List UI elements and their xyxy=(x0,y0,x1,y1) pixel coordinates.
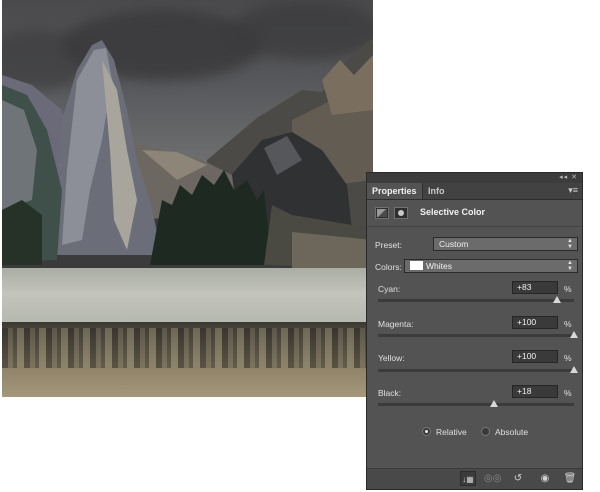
slider-label: Magenta: xyxy=(378,319,414,329)
view-previous-state-icon[interactable]: ◎◎ xyxy=(484,471,501,486)
panel-tabs: Properties Info ▾≡ xyxy=(367,183,582,200)
pebbles xyxy=(2,328,373,368)
relative-radio[interactable] xyxy=(422,427,431,436)
preset-value: Custom xyxy=(439,239,469,249)
cyan-slider-track[interactable] xyxy=(378,296,574,303)
yellow-slider-track[interactable] xyxy=(378,366,578,373)
yellow-value-field[interactable]: +100 xyxy=(512,350,558,363)
properties-panel: ◂◂ ✕ Properties Info ▾≡ Selective Color … xyxy=(366,172,583,490)
dropdown-arrows-icon: ▲ ▼ xyxy=(567,260,573,272)
layer-mask-icon[interactable] xyxy=(394,207,408,219)
panel-menu-icon[interactable]: ▾≡ xyxy=(568,185,578,196)
yellow-slider-thumb[interactable] xyxy=(570,366,578,373)
colors-label: Colors: xyxy=(375,262,402,272)
adjustment-header: Selective Color xyxy=(367,201,582,227)
slider-label: Black: xyxy=(378,388,402,398)
percent-sign: % xyxy=(564,319,572,329)
absolute-label: Absolute xyxy=(495,427,529,437)
percent-sign: % xyxy=(564,284,572,294)
slider-label: Yellow: xyxy=(378,353,405,363)
percent-sign: % xyxy=(564,353,572,363)
visibility-eye-icon[interactable]: ◉ xyxy=(537,471,553,486)
adjustment-layer-icon[interactable] xyxy=(375,207,389,219)
panel-top-strip: ◂◂ ✕ xyxy=(367,173,582,183)
percent-sign: % xyxy=(564,388,572,398)
magenta-slider-thumb[interactable] xyxy=(570,331,578,338)
magenta-slider-track[interactable] xyxy=(378,331,578,338)
adjustment-title: Selective Color xyxy=(420,207,486,217)
relative-label: Relative xyxy=(436,427,467,437)
magenta-value-field[interactable]: +100 xyxy=(512,316,558,329)
tab-properties[interactable]: Properties xyxy=(367,183,423,199)
black-slider-track[interactable] xyxy=(378,400,574,407)
cyan-slider-thumb[interactable] xyxy=(553,296,562,303)
black-slider-thumb[interactable] xyxy=(489,400,498,407)
colors-dropdown[interactable]: Whites ▲ ▼ xyxy=(404,259,578,273)
tab-info[interactable]: Info xyxy=(423,183,450,199)
cyan-value-field[interactable]: +83 xyxy=(512,281,558,294)
black-value-field[interactable]: +18 xyxy=(512,385,558,398)
collapse-panel-icon[interactable]: ◂◂ ✕ xyxy=(559,173,578,183)
clip-to-layer-icon[interactable]: ↓▦ xyxy=(460,471,476,486)
slider-label: Cyan: xyxy=(378,284,401,294)
colors-value: Whites xyxy=(426,261,452,271)
dropdown-arrows-icon: ▲ ▼ xyxy=(567,238,573,250)
preset-label: Preset: xyxy=(375,240,402,250)
absolute-radio[interactable] xyxy=(481,427,490,436)
lake-water xyxy=(2,268,373,326)
preset-dropdown[interactable]: Custom ▲ ▼ xyxy=(433,237,578,251)
landscape-photo xyxy=(2,0,373,397)
panel-footer: ↓▦ ◎◎ ↺ ◉ 🗑 xyxy=(367,468,582,489)
trash-icon[interactable]: 🗑 xyxy=(562,471,578,486)
reset-icon[interactable]: ↺ xyxy=(510,471,526,486)
color-swatch xyxy=(410,261,423,270)
